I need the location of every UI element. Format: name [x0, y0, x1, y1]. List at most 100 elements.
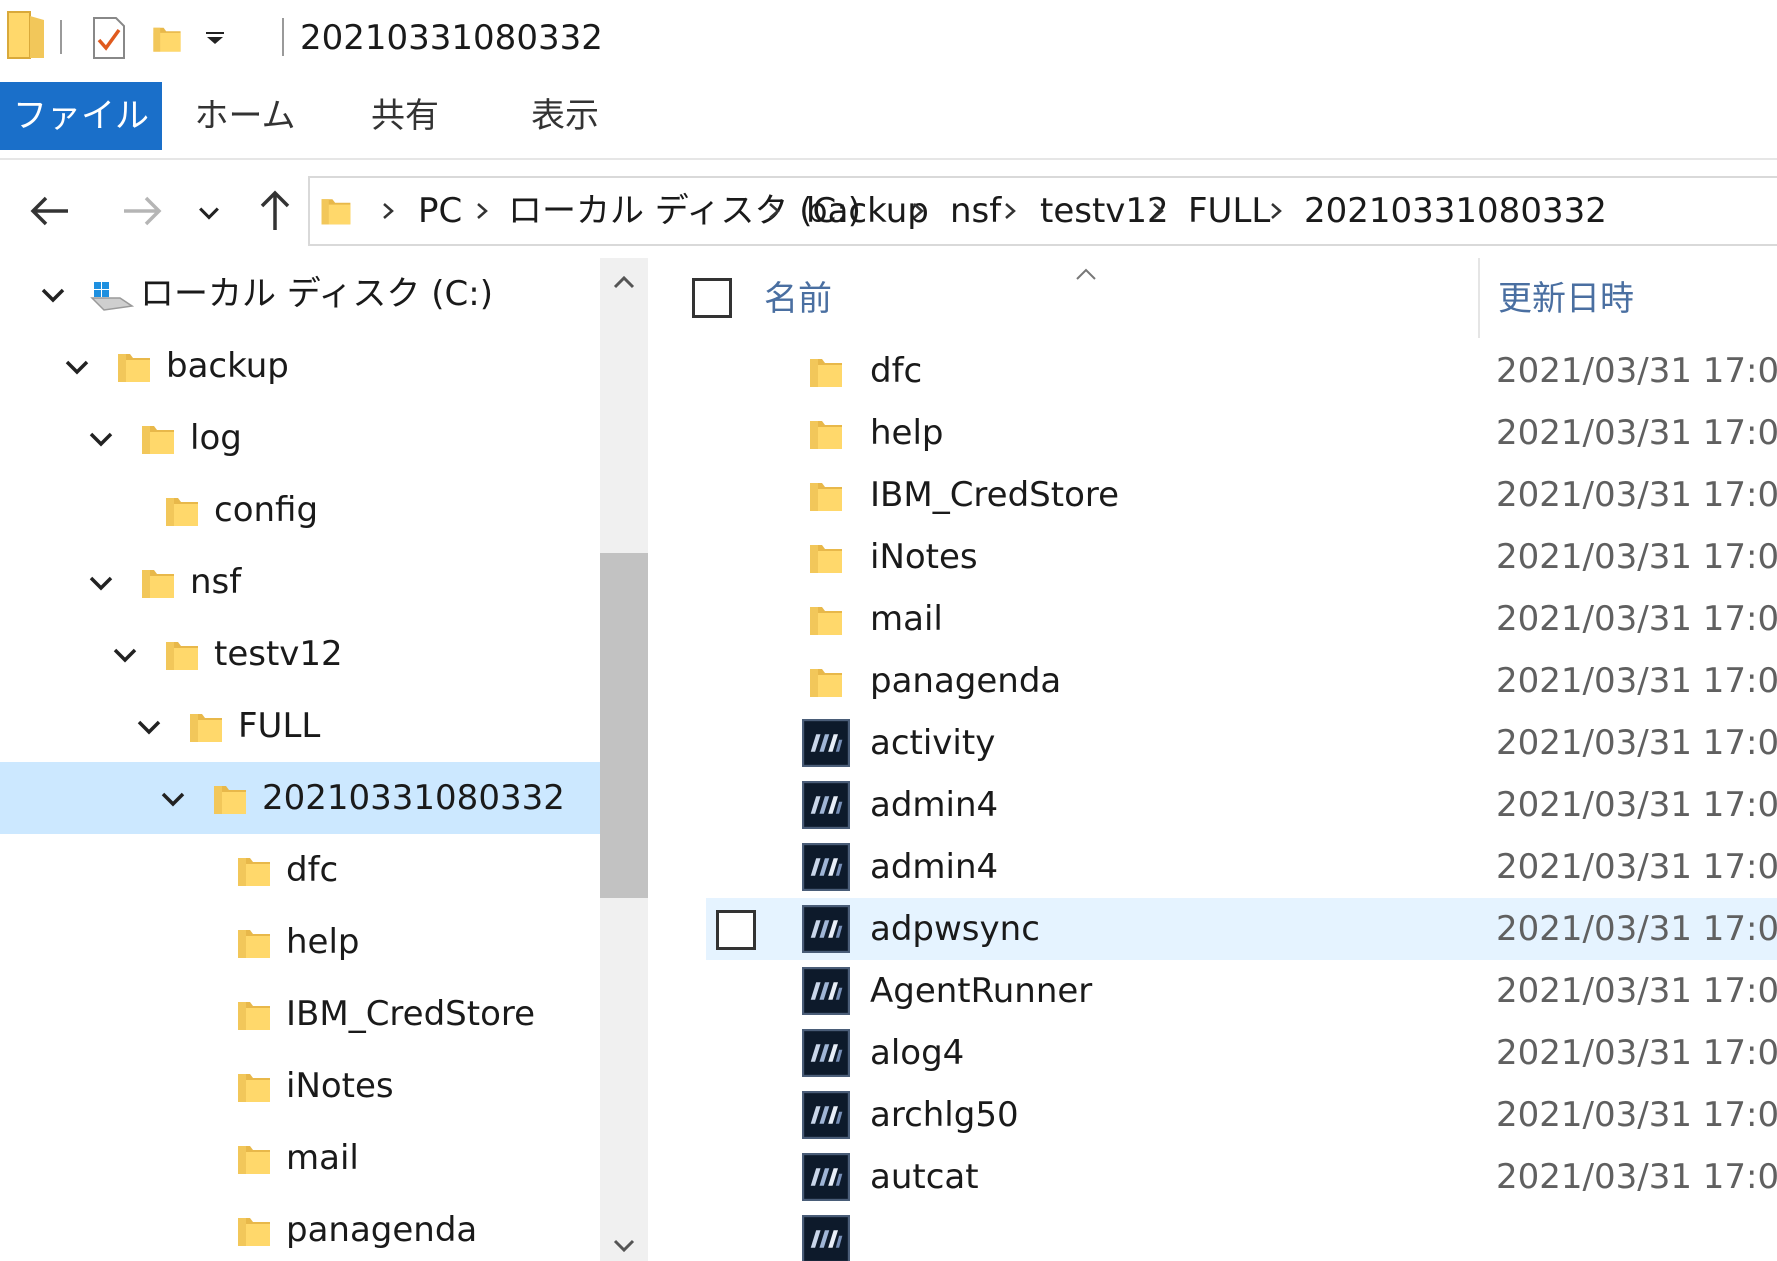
- tree-item-local-disk[interactable]: ローカル ディスク (C:): [0, 258, 600, 330]
- file-row[interactable]: IBM_CredStore 2021/03/31 17:03: [706, 464, 1777, 526]
- tree-item-panagenda[interactable]: panagenda: [0, 1194, 600, 1261]
- expand-chevron-icon[interactable]: [84, 566, 118, 600]
- tree-item-inotes[interactable]: iNotes: [0, 1050, 600, 1122]
- file-name: panagenda: [870, 661, 1062, 701]
- file-modified: 2021/03/31 17:03: [1496, 723, 1777, 763]
- tree-item-config[interactable]: config: [0, 474, 600, 546]
- up-arrow-icon[interactable]: [250, 186, 300, 236]
- file-name: alog4: [870, 1033, 965, 1073]
- file-row[interactable]: archlg50 2021/03/31 17:03: [706, 1084, 1777, 1146]
- file-modified: 2021/03/31 17:03: [1496, 971, 1777, 1011]
- breadcrumb-chevron-icon[interactable]: [1000, 201, 1020, 221]
- file-row[interactable]: autcat 2021/03/31 17:03: [706, 1146, 1777, 1208]
- folder-icon: [138, 560, 178, 604]
- scrollbar-thumb[interactable]: [600, 553, 648, 898]
- file-row[interactable]: AgentRunner 2021/03/31 17:03: [706, 960, 1777, 1022]
- ribbon-divider: [0, 158, 1777, 160]
- file-name: admin4: [870, 785, 999, 825]
- column-modified[interactable]: 更新日時: [1498, 258, 1634, 340]
- tree-item-log[interactable]: log: [0, 402, 600, 474]
- tree-item-testv12[interactable]: testv12: [0, 618, 600, 690]
- breadcrumb-nsf[interactable]: nsf: [950, 178, 1001, 244]
- tree-item-help[interactable]: help: [0, 906, 600, 978]
- notes-database-icon: [802, 781, 850, 829]
- tab-share[interactable]: 共有: [350, 82, 460, 150]
- expand-chevron-icon[interactable]: [132, 710, 166, 744]
- folder-icon: [162, 488, 202, 532]
- sort-ascending-icon: [1076, 268, 1096, 280]
- tree-item-label: panagenda: [286, 1210, 478, 1250]
- expand-chevron-icon[interactable]: [156, 782, 190, 816]
- tab-view[interactable]: 表示: [510, 82, 620, 150]
- customize-qa-dropdown-icon[interactable]: [204, 30, 226, 46]
- title-bar: 20210331080332: [0, 0, 1777, 78]
- breadcrumb-chevron-icon[interactable]: [1266, 201, 1286, 221]
- file-name: autcat: [870, 1157, 979, 1197]
- file-row[interactable]: admin4 2021/03/31 17:03: [706, 836, 1777, 898]
- properties-icon[interactable]: [92, 16, 126, 60]
- select-all-checkbox[interactable]: [692, 278, 732, 318]
- folder-icon: [806, 533, 846, 581]
- breadcrumb-chevron-icon[interactable]: [908, 201, 928, 221]
- drive-icon: [90, 282, 134, 311]
- folder-icon: [186, 704, 226, 748]
- expand-chevron-icon[interactable]: [108, 638, 142, 672]
- expand-chevron-icon[interactable]: [36, 278, 70, 312]
- breadcrumb-current-folder[interactable]: 20210331080332: [1304, 178, 1607, 244]
- new-folder-icon[interactable]: [150, 18, 184, 58]
- file-row[interactable]: adpwsync 2021/03/31 17:03: [706, 898, 1777, 960]
- file-row-partial[interactable]: [706, 1208, 1777, 1261]
- file-modified: 2021/03/31 17:03: [1496, 599, 1777, 639]
- address-folder-icon: [318, 190, 354, 230]
- file-name: IBM_CredStore: [870, 475, 1120, 515]
- scroll-up-arrow-icon[interactable]: [612, 272, 636, 292]
- notes-database-icon: [802, 905, 850, 953]
- file-name: admin4: [870, 847, 999, 887]
- breadcrumb-chevron-icon[interactable]: [1148, 201, 1168, 221]
- breadcrumb-pc[interactable]: PC: [418, 178, 462, 244]
- tree-item-nsf[interactable]: nsf: [0, 546, 600, 618]
- file-row[interactable]: panagenda 2021/03/31 17:03: [706, 650, 1777, 712]
- folder-icon: [806, 409, 846, 457]
- tree-item-backup[interactable]: backup: [0, 330, 600, 402]
- breadcrumb-chevron-icon[interactable]: [378, 201, 398, 221]
- file-row[interactable]: activity 2021/03/31 17:03: [706, 712, 1777, 774]
- folder-icon: [210, 776, 250, 820]
- file-row[interactable]: mail 2021/03/31 17:03: [706, 588, 1777, 650]
- tree-item-full[interactable]: FULL: [0, 690, 600, 762]
- tree-item-ibm-credstore[interactable]: IBM_CredStore: [0, 978, 600, 1050]
- breadcrumb-chevron-icon[interactable]: [764, 201, 784, 221]
- file-name: iNotes: [870, 537, 978, 577]
- tree-item-label: dfc: [286, 850, 339, 890]
- file-name: archlg50: [870, 1095, 1019, 1135]
- expand-chevron-icon[interactable]: [84, 422, 118, 456]
- column-separator[interactable]: [1478, 258, 1480, 338]
- folder-icon: [806, 471, 846, 519]
- breadcrumb-chevron-icon[interactable]: [472, 201, 492, 221]
- tree-scrollbar[interactable]: [600, 258, 648, 1261]
- row-checkbox[interactable]: [716, 910, 756, 950]
- file-row[interactable]: alog4 2021/03/31 17:03: [706, 1022, 1777, 1084]
- tree-item-20210331080332[interactable]: 20210331080332: [0, 762, 600, 834]
- expand-chevron-icon[interactable]: [60, 350, 94, 384]
- file-row[interactable]: admin4 2021/03/31 17:03: [706, 774, 1777, 836]
- file-row[interactable]: help 2021/03/31 17:03: [706, 402, 1777, 464]
- file-row[interactable]: iNotes 2021/03/31 17:03: [706, 526, 1777, 588]
- tree-item-mail[interactable]: mail: [0, 1122, 600, 1194]
- tab-home[interactable]: ホーム: [190, 82, 300, 150]
- forward-arrow-icon[interactable]: [116, 186, 166, 236]
- breadcrumb-full[interactable]: FULL: [1188, 178, 1270, 244]
- tab-file[interactable]: ファイル: [0, 82, 162, 150]
- window-title: 20210331080332: [300, 18, 603, 58]
- tree-item-label: log: [190, 418, 242, 458]
- file-name: adpwsync: [870, 909, 1040, 949]
- tree-item-dfc[interactable]: dfc: [0, 834, 600, 906]
- recent-locations-chevron-icon[interactable]: [194, 198, 224, 228]
- file-name: mail: [870, 599, 943, 639]
- scroll-down-arrow-icon[interactable]: [612, 1236, 636, 1256]
- file-row[interactable]: dfc 2021/03/31 17:03: [706, 340, 1777, 402]
- column-name[interactable]: 名前: [764, 258, 832, 340]
- folder-icon: [234, 992, 274, 1036]
- back-arrow-icon[interactable]: [26, 186, 76, 236]
- address-bar[interactable]: PC ローカル ディスク (C:) backup nsf testv12 FUL…: [308, 176, 1777, 246]
